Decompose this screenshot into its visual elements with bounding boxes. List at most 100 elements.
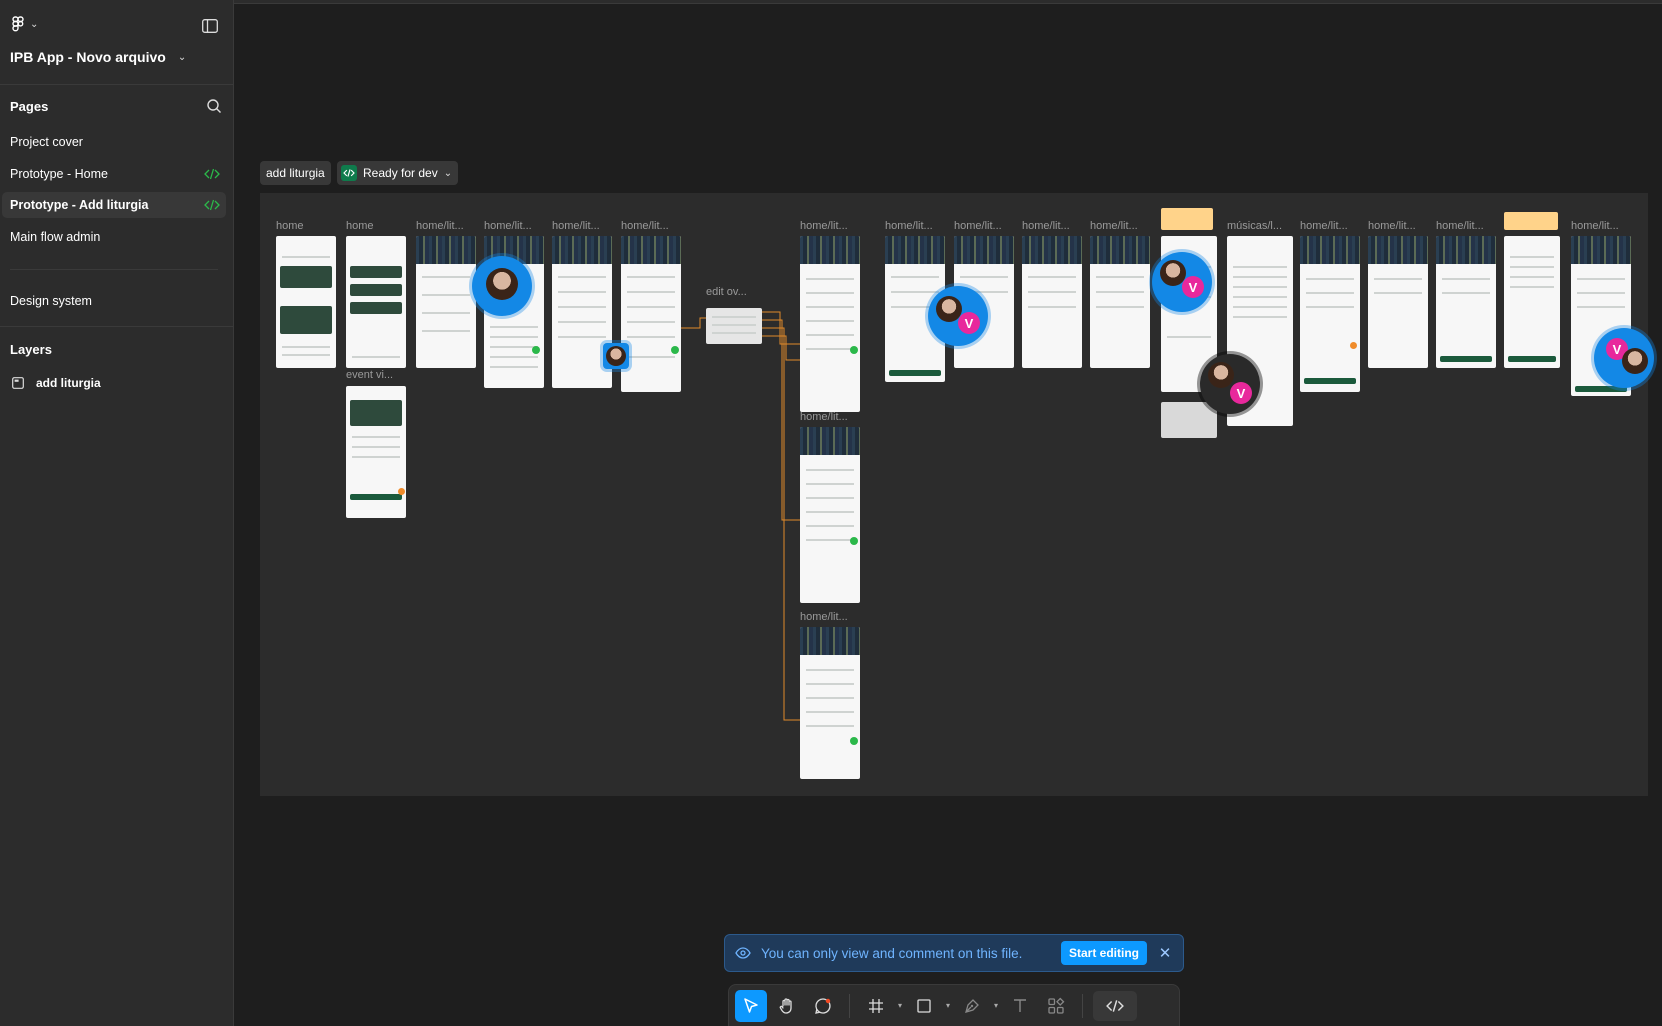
main-menu-button[interactable]: ⌄ [12,16,38,32]
page-item-label: Project cover [10,135,83,149]
frame-home-liturgia[interactable] [1436,236,1496,368]
page-item-prototype-add-liturgia[interactable]: Prototype - Add liturgia [2,192,226,218]
frame-label[interactable]: home/lit... [416,220,464,232]
page-item-prototype-home[interactable]: Prototype - Home [2,161,226,187]
frame-home-liturgia[interactable] [1300,236,1360,392]
hand-icon [778,997,796,1015]
text-tool[interactable] [1004,990,1036,1022]
frame-label[interactable]: músicas/l... [1227,220,1282,232]
components-tool[interactable] [1040,990,1072,1022]
frame-label[interactable]: home/lit... [1571,220,1619,232]
prototype-hotspot[interactable] [850,346,858,354]
section-icon [12,377,24,389]
page-item-label: Main flow admin [10,230,101,244]
sticky-note[interactable] [1504,212,1558,230]
frame-home[interactable] [346,236,406,368]
frame-label[interactable]: home/lit... [484,220,532,232]
frame-label[interactable]: home/lit... [954,220,1002,232]
code-brackets-icon [1106,998,1124,1014]
dev-status-label: Ready for dev [363,166,438,180]
collaborator-avatar: V [1200,354,1260,414]
collaborator-avatar: V [928,286,988,346]
collaborator-avatar [472,256,532,316]
chevron-down-icon[interactable]: ▾ [896,1001,904,1010]
dev-status-badge[interactable]: Ready for dev ⌄ [337,161,459,185]
bottom-toolbar: ▾ ▾ ▾ [728,984,1180,1026]
frame-overlay[interactable] [1161,402,1217,438]
frame-label[interactable]: home/lit... [1368,220,1416,232]
frame-home-liturgia[interactable] [800,427,860,603]
frame-home-liturgia[interactable] [800,236,860,412]
file-title: IPB App - Novo arquivo [10,49,166,65]
frame-home-liturgia[interactable] [1090,236,1150,368]
frame-home-liturgia[interactable] [1022,236,1082,368]
frame-label[interactable]: home/lit... [552,220,600,232]
sticky-note[interactable] [1161,208,1213,230]
file-name-button[interactable]: IPB App - Novo arquivo ⌄ [10,49,186,65]
frame-label[interactable]: home/lit... [1090,220,1138,232]
frame-label[interactable]: home [346,220,374,232]
prototype-hotspot[interactable] [850,537,858,545]
frame-home[interactable] [276,236,336,368]
frame-home-liturgia[interactable] [800,627,860,779]
frame-label[interactable]: home/lit... [800,411,848,423]
search-icon[interactable] [206,98,222,114]
frame-label[interactable]: home/lit... [800,220,848,232]
view-only-banner: You can only view and comment on this fi… [724,934,1184,972]
comment-tool[interactable] [807,990,839,1022]
start-editing-button[interactable]: Start editing [1060,941,1147,965]
frame-home-liturgia[interactable] [416,236,476,368]
frame-home-liturgia[interactable] [1504,236,1560,368]
frame-label[interactable]: edit ov... [706,286,747,298]
prototype-hotspot[interactable] [850,737,858,745]
shape-tool[interactable] [908,990,940,1022]
chevron-down-icon[interactable]: ▾ [944,1001,952,1010]
frame-label[interactable]: home [276,220,304,232]
frame-label[interactable]: home/lit... [885,220,933,232]
banner-message: You can only view and comment on this fi… [761,945,1023,961]
layer-item-add-liturgia[interactable]: add liturgia [12,376,101,390]
page-item-main-flow-admin[interactable]: Main flow admin [2,224,226,250]
frame-hash-icon [867,997,885,1015]
divider [0,326,234,327]
avatar-photo [1622,348,1648,374]
collaborator-initial-badge: V [1230,382,1252,404]
frame-event-view[interactable] [346,386,406,518]
avatar-photo [606,346,626,366]
chevron-down-icon[interactable]: ▾ [992,1001,1000,1010]
frame-label[interactable]: home/lit... [1436,220,1484,232]
frame-tool[interactable] [860,990,892,1022]
frame-label[interactable]: home/lit... [621,220,669,232]
page-item-design-system[interactable]: Design system [2,288,226,314]
layers-heading: Layers [10,342,52,357]
dev-mode-icon [204,167,220,181]
prototype-hotspot[interactable] [532,346,540,354]
divider [0,84,234,85]
frame-home-liturgia[interactable] [621,236,681,392]
dev-mode-icon [341,165,357,181]
sidebar-toggle-icon[interactable] [202,19,218,33]
section-name-label[interactable]: add liturgia [260,161,331,185]
frame-label[interactable]: event vi... [346,369,393,381]
flow-start-node[interactable] [398,488,405,495]
dev-mode-toggle[interactable] [1093,990,1137,1021]
pen-icon [963,997,981,1015]
page-item-project-cover[interactable]: Project cover [2,129,226,155]
frame-label[interactable]: home/lit... [1300,220,1348,232]
toolbar-divider [849,993,850,1018]
avatar-photo [486,268,518,300]
layer-item-label: add liturgia [36,376,101,390]
flow-start-node[interactable] [1350,342,1357,349]
frame-home-liturgia[interactable] [1368,236,1428,368]
move-tool[interactable] [735,989,767,1022]
hand-tool[interactable] [771,990,803,1022]
page-item-label: Prototype - Home [10,167,108,181]
collaborator-initial-badge: V [1182,276,1204,298]
prototype-hotspot[interactable] [671,346,679,354]
comment-icon [814,997,832,1015]
close-icon[interactable]: ✕ [1157,944,1173,962]
pen-tool[interactable] [956,990,988,1022]
frame-label[interactable]: home/lit... [800,611,848,623]
frame-edit-overlay[interactable] [706,308,762,344]
frame-label[interactable]: home/lit... [1022,220,1070,232]
